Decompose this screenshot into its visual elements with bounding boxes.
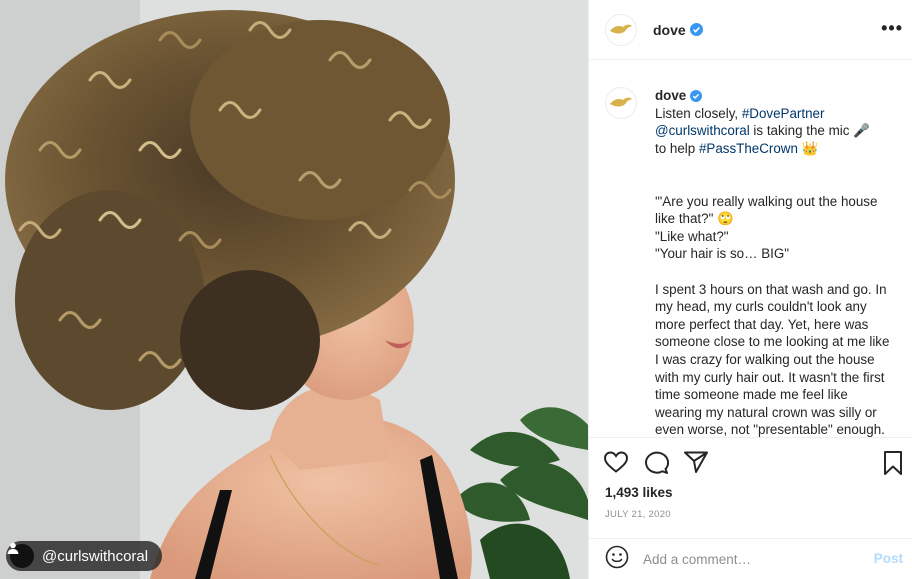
caption-username[interactable]: dove: [655, 87, 703, 105]
more-icon[interactable]: •••: [881, 18, 903, 39]
dove-logo-icon: [610, 97, 632, 107]
post-photo[interactable]: @curlswithcoral: [0, 0, 588, 579]
comment-input[interactable]: [643, 551, 858, 567]
post-header: dove •••: [589, 0, 912, 60]
caption-quote: "Like what?": [655, 228, 729, 244]
verified-badge-icon: [689, 23, 703, 36]
caption-intro: Listen closely, #DovePartner @curlswithc…: [655, 105, 870, 156]
caption-area: dove Listen closely, #DovePartner @curls…: [589, 61, 912, 437]
heart-icon[interactable]: [603, 450, 629, 479]
user-tag-label: @curlswithcoral: [42, 547, 149, 565]
header-username[interactable]: dove: [653, 22, 686, 38]
mention-curlswithcoral[interactable]: @curlswithcoral: [655, 123, 750, 138]
person-icon: [7, 542, 34, 568]
caption-quote: "Your hair is so… BIG": [655, 246, 790, 262]
likes-count[interactable]: 1,493 likes: [605, 485, 673, 500]
photo-illustration: [0, 0, 588, 579]
hashtag-dovepartner[interactable]: #DovePartner: [742, 106, 825, 121]
bookmark-icon[interactable]: [881, 450, 905, 481]
avatar[interactable]: [605, 13, 637, 46]
post-date[interactable]: JULY 21, 2020: [605, 509, 671, 520]
emoji-icon[interactable]: [605, 545, 629, 574]
post-caption: dove Listen closely, #DovePartner @curls…: [655, 87, 895, 437]
post-actions: 1,493 likes JULY 21, 2020: [589, 437, 912, 537]
dove-logo-icon: [610, 24, 632, 34]
caption-avatar[interactable]: [605, 87, 637, 119]
user-tag[interactable]: @curlswithcoral: [6, 541, 163, 571]
comment-bar: Post: [589, 538, 912, 579]
caption-quote: '"Are you really walking out the house l…: [655, 193, 878, 227]
verified-badge-icon: [690, 89, 703, 102]
post-button[interactable]: Post: [874, 551, 903, 566]
caption-paragraph: I spent 3 hours on that wash and go. In …: [655, 281, 890, 437]
hashtag-passthecrown[interactable]: #PassTheCrown: [699, 141, 798, 156]
comment-icon[interactable]: [643, 450, 670, 479]
post-side-panel: dove ••• dove Listen closely, #DovePartn…: [588, 0, 912, 579]
share-icon[interactable]: [683, 450, 709, 479]
